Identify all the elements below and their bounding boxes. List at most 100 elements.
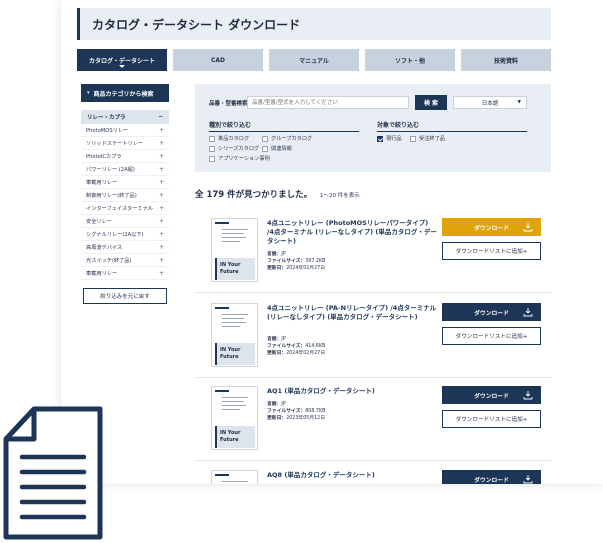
sidebar-item[interactable]: PhotoMOSリレー + bbox=[81, 124, 169, 137]
sidebar-item[interactable]: 高周波デバイス + bbox=[81, 241, 169, 254]
checkbox[interactable] bbox=[262, 145, 268, 152]
checkbox[interactable] bbox=[209, 135, 215, 142]
sidebar-item-label: インターフェイスターミナル bbox=[86, 205, 153, 212]
plus-icon[interactable]: + bbox=[159, 257, 164, 264]
sidebar-item-label: 光スイッチ(終了品) bbox=[86, 257, 132, 264]
result-title-link[interactable]: 4点ユニットリレー (PA-Nリレータイプ) /4点ターミナル (リレーなしタイ… bbox=[267, 304, 437, 322]
thumb-cover-block: IN Your Future bbox=[215, 258, 255, 280]
sidebar-item[interactable]: インターフェイスターミナル + bbox=[81, 202, 169, 215]
document-icon bbox=[3, 406, 103, 540]
add-to-download-list-button[interactable]: ダウンロードリストに追加+ bbox=[442, 410, 541, 428]
plus-icon[interactable]: + bbox=[159, 205, 164, 212]
checkbox[interactable] bbox=[209, 155, 215, 162]
sidebar-item[interactable]: PhotoICカプラ + bbox=[81, 150, 169, 163]
download-label: ダウンロード bbox=[474, 477, 509, 484]
plus-icon[interactable]: + bbox=[159, 153, 164, 160]
download-button[interactable]: ダウンロード bbox=[442, 386, 541, 404]
thumb-line bbox=[222, 397, 248, 398]
type-option-single[interactable]: 単品カタログ bbox=[209, 135, 249, 142]
sidebar-item[interactable]: パワーリレー (2A超) + bbox=[81, 163, 169, 176]
reset-filter-button[interactable]: 絞り込みを元に戻す bbox=[83, 288, 167, 304]
target-option-discontinued[interactable]: 受注終了品 bbox=[410, 135, 445, 142]
meta-label: 更新日： bbox=[267, 351, 287, 356]
download-label: ダウンロード bbox=[474, 393, 509, 400]
tab-manual[interactable]: マニュアル bbox=[269, 49, 359, 71]
target-option-current[interactable]: 現行品 bbox=[377, 135, 402, 142]
sidebar-item-label: 安全リレー bbox=[86, 218, 112, 225]
sidebar-item-label: パワーリレー (2A超) bbox=[86, 166, 135, 173]
thumb-line bbox=[222, 229, 248, 230]
target-filter-title: 対象で絞り込む bbox=[377, 120, 527, 132]
part-search-input[interactable] bbox=[247, 96, 409, 109]
tab-software[interactable]: ソフト・他 bbox=[365, 49, 455, 71]
checkbox[interactable] bbox=[262, 135, 268, 142]
sidebar-item-label: ソリッドステートリレー bbox=[86, 140, 144, 147]
plus-icon[interactable]: + bbox=[159, 140, 164, 147]
thumb-line bbox=[222, 233, 244, 234]
download-icon bbox=[523, 475, 533, 484]
meta-updated: 2024年02月27日 bbox=[286, 351, 326, 356]
plus-icon[interactable]: + bbox=[159, 244, 164, 251]
type-option-application[interactable]: アプリケーション事例 bbox=[209, 155, 270, 162]
checkbox[interactable] bbox=[209, 145, 215, 152]
plus-icon[interactable]: + bbox=[159, 127, 164, 134]
language-select[interactable]: 日本語 ▼ bbox=[453, 96, 527, 109]
catalog-thumbnail[interactable]: IN Your Future bbox=[211, 218, 258, 282]
download-button[interactable]: ダウンロード bbox=[442, 218, 541, 236]
tab-catalog[interactable]: カタログ・データシート bbox=[77, 49, 167, 71]
plus-icon[interactable]: + bbox=[159, 231, 164, 238]
type-option-label: シリーズカタログ bbox=[218, 146, 260, 152]
category-search-header[interactable]: ▾ 商品カテゴリから検索 bbox=[81, 84, 169, 102]
add-to-download-list-button[interactable]: ダウンロードリストに追加+ bbox=[442, 327, 541, 345]
sidebar-item[interactable]: 車載用リレー + bbox=[81, 176, 169, 189]
sidebar-item[interactable]: 安全リレー + bbox=[81, 215, 169, 228]
sidebar-item[interactable]: ソリッドステートリレー + bbox=[81, 137, 169, 150]
meta-label: ファイルサイズ： bbox=[267, 409, 306, 414]
meta-label: 更新日： bbox=[267, 416, 287, 421]
meta-size: 414.6KB bbox=[305, 344, 326, 349]
checkbox[interactable] bbox=[410, 135, 416, 142]
plus-icon[interactable]: + bbox=[159, 218, 164, 225]
category-relay-coupler-label: リレー・カプラ bbox=[87, 115, 126, 121]
plus-icon[interactable]: + bbox=[159, 166, 164, 173]
sidebar-item[interactable]: シグナルリレー(2A以下) + bbox=[81, 228, 169, 241]
sidebar-item[interactable]: 光スイッチ(終了品) + bbox=[81, 254, 169, 267]
plus-icon[interactable]: + bbox=[159, 192, 164, 199]
add-to-download-list-button[interactable]: ダウンロードリストに追加+ bbox=[442, 242, 541, 260]
type-option-related[interactable]: 関連情報 bbox=[262, 145, 292, 152]
target-option-label: 受注終了品 bbox=[419, 136, 445, 142]
result-meta: 言語：JP ファイルサイズ：397.2KB 更新日：2024年02月27日 bbox=[267, 251, 325, 272]
meta-label: 言語： bbox=[267, 337, 282, 342]
part-search-label: 品番・型番検索 bbox=[209, 101, 248, 107]
meta-language: JP bbox=[281, 402, 286, 407]
meta-updated: 2023年05月12日 bbox=[286, 416, 326, 421]
type-option-group[interactable]: グループカタログ bbox=[262, 135, 312, 142]
plus-icon[interactable]: + bbox=[159, 179, 164, 186]
plus-icon[interactable]: + bbox=[159, 270, 164, 277]
category-relay-coupler[interactable]: リレー・カプラ − bbox=[81, 110, 169, 124]
download-panel: カタログ・データシート ダウンロード カタログ・データシート CAD マニュアル… bbox=[61, 0, 603, 484]
results-count: 全 179 件が見つかりました。 bbox=[195, 190, 313, 200]
sidebar-item[interactable]: 制御用リレー(終了品) + bbox=[81, 189, 169, 202]
catalog-thumbnail[interactable]: IN Your Future bbox=[211, 303, 258, 367]
tab-technical[interactable]: 技術資料 bbox=[461, 49, 551, 71]
result-title-link[interactable]: 4点ユニットリレー (PhotoMOSリレーパワータイプ) /4点ターミナル (… bbox=[267, 219, 437, 246]
download-button[interactable]: ダウンロード bbox=[442, 470, 541, 484]
language-value: 日本語 bbox=[481, 100, 499, 107]
download-button[interactable]: ダウンロード bbox=[442, 303, 541, 321]
meta-label: ファイルサイズ： bbox=[267, 259, 306, 264]
brand-logo bbox=[215, 307, 229, 309]
result-title-link[interactable]: AQ8 (単品カタログ・データシート) bbox=[267, 471, 437, 480]
chevron-down-icon: ▾ bbox=[87, 90, 90, 96]
tab-cad[interactable]: CAD bbox=[173, 49, 263, 71]
type-option-series[interactable]: シリーズカタログ bbox=[209, 145, 259, 152]
category-search-label: 商品カテゴリから検索 bbox=[93, 90, 154, 98]
search-button[interactable]: 検 索 bbox=[415, 95, 447, 110]
thumb-cover-block: IN Your Future bbox=[215, 343, 255, 365]
catalog-thumbnail[interactable]: IN Your Future bbox=[211, 470, 258, 484]
sidebar-item[interactable]: 車載用リレー + bbox=[81, 267, 169, 280]
catalog-thumbnail[interactable]: IN Your Future bbox=[211, 386, 258, 450]
checkbox-checked[interactable] bbox=[377, 135, 383, 142]
result-title-link[interactable]: AQ1 (単品カタログ・データシート) bbox=[267, 387, 437, 396]
sidebar-item-label: 高周波デバイス bbox=[86, 244, 123, 251]
